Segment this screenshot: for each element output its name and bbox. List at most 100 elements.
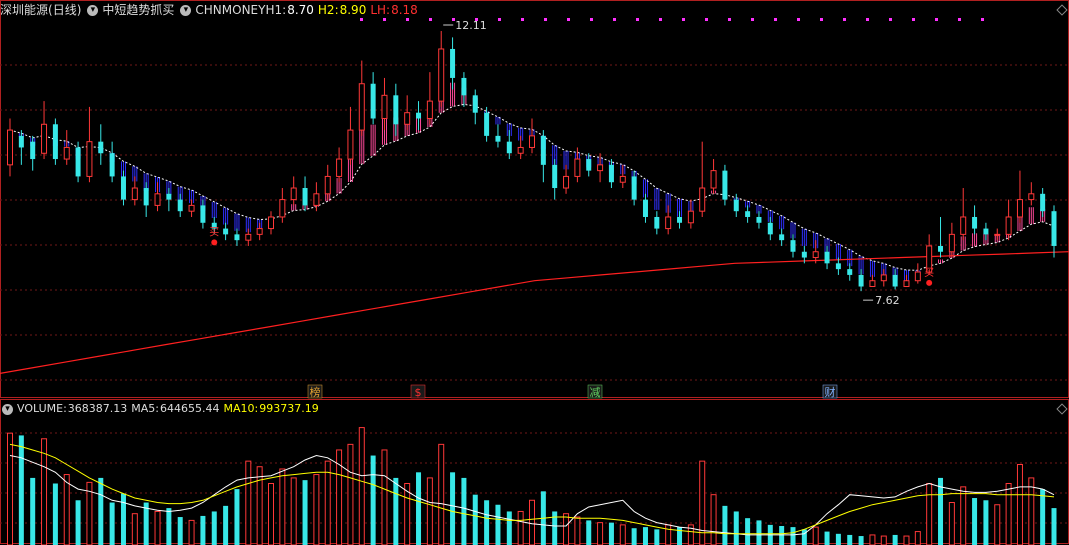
candle-body: [143, 188, 149, 206]
volume-bar: [370, 455, 376, 545]
candle-body: [642, 199, 648, 217]
candle-body: [892, 274, 898, 287]
signal-dot: [843, 18, 846, 21]
candle-body: [234, 234, 240, 241]
candle-body: [1040, 193, 1046, 212]
candle-body: [869, 280, 876, 288]
volume-bar: [574, 516, 581, 545]
signal-dot: [751, 18, 754, 21]
volume-bar: [109, 502, 115, 545]
event-marker-label: $: [415, 386, 422, 399]
candle-body: [450, 48, 456, 78]
volume-bar: [484, 500, 490, 545]
candle-body: [1051, 211, 1057, 246]
candle-body: [563, 175, 570, 189]
signal-dot: [544, 18, 547, 21]
signal-dot: [383, 18, 386, 21]
signal-dot: [958, 18, 961, 21]
candle-body: [30, 141, 36, 160]
volume-bar: [926, 483, 933, 545]
candle-body: [98, 141, 104, 154]
volume-bar: [52, 483, 58, 545]
candle-body: [426, 100, 433, 119]
candle-body: [438, 48, 445, 102]
volume-bar: [880, 535, 887, 545]
candle-body: [7, 129, 13, 166]
volume-bar: [642, 527, 648, 545]
volume-bar: [426, 477, 433, 545]
volume-bar: [358, 427, 365, 545]
candle-body: [188, 204, 195, 212]
candle-body: [268, 216, 274, 230]
candle-body: [983, 228, 989, 235]
volume-bar: [234, 489, 240, 545]
candle-body: [131, 187, 138, 201]
volume-bar: [994, 504, 1001, 545]
candle-body: [290, 187, 297, 201]
signal-dot: [866, 18, 869, 21]
volume-bar: [847, 534, 853, 545]
volume-bar: [631, 528, 637, 545]
candle-body: [393, 95, 399, 125]
candle-body: [86, 141, 93, 177]
signal-dot: [682, 18, 685, 21]
candle-body: [994, 233, 1001, 236]
volume-bar: [722, 505, 728, 545]
volume-bar: [938, 477, 944, 545]
signal-dot: [613, 18, 616, 21]
candle-body: [358, 83, 365, 131]
candle-body: [177, 199, 183, 212]
candle-body: [552, 164, 558, 189]
volume-bar: [18, 435, 24, 545]
candle-body: [370, 83, 376, 119]
annotation-label: 7.62: [875, 294, 900, 307]
candle-body: [948, 233, 955, 253]
candle-body: [835, 263, 841, 270]
volume-bar: [948, 502, 955, 545]
signal-dot: [567, 18, 570, 21]
volume-bar: [188, 519, 195, 545]
candle-body: [710, 170, 717, 189]
volume-bar: [869, 534, 876, 545]
candle-body: [336, 158, 343, 177]
candle-body: [495, 135, 501, 142]
candle-body: [109, 153, 115, 177]
candle-body: [779, 234, 785, 241]
candle-body: [279, 199, 286, 218]
volume-bar: [608, 522, 614, 545]
candle-body: [608, 164, 614, 183]
volume-bar: [529, 499, 535, 545]
volume-bar: [450, 472, 456, 545]
candle-body: [960, 216, 967, 235]
signal-dot: [406, 18, 409, 21]
buy-signal-dot: [211, 239, 218, 246]
candle-body: [756, 216, 762, 223]
candle-body: [972, 216, 978, 229]
volume-bar: [324, 460, 331, 545]
volume-bar: [790, 527, 796, 545]
signal-dot: [774, 18, 777, 21]
candle-body: [52, 124, 58, 160]
volume-bar: [120, 493, 126, 545]
volume-bar: [347, 443, 354, 545]
volume-bar: [177, 517, 183, 545]
volume-bar: [438, 443, 445, 545]
candle-body: [631, 176, 637, 200]
signal-dot: [521, 18, 524, 21]
signal-dot: [429, 18, 432, 21]
signal-dot: [889, 18, 892, 21]
volume-bar: [506, 511, 512, 545]
candle-body: [166, 193, 172, 200]
volume-bar: [745, 518, 751, 545]
volume-bar: [1016, 463, 1023, 545]
volume-bar: [812, 526, 819, 545]
candle-body: [687, 210, 694, 224]
volume-bar: [1005, 483, 1012, 545]
buy-signal-dot: [926, 279, 933, 286]
signal-dot: [636, 18, 639, 21]
candle-body: [200, 205, 206, 223]
candle-body: [619, 175, 626, 183]
volume-bar: [983, 500, 989, 545]
candle-body: [812, 251, 819, 259]
price-volume-chart[interactable]: 12.117.62买买榜 $ 减财: [0, 0, 1069, 545]
